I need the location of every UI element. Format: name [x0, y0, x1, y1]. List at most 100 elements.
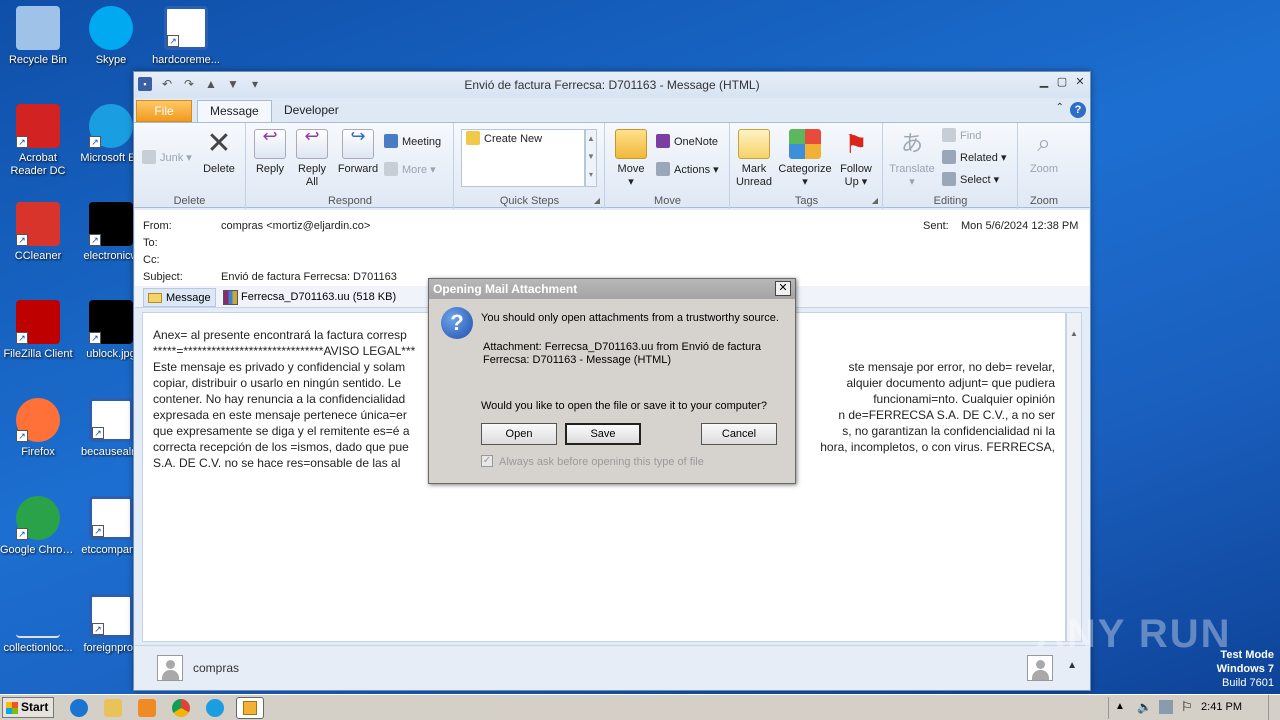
desktop-icon[interactable]: ↗ FileZilla Client — [0, 300, 76, 361]
calendar-icon — [384, 134, 398, 148]
quick-steps-group-label: Quick Steps — [499, 195, 560, 207]
maximize-button[interactable]: ▢ — [1056, 76, 1068, 88]
body-scrollbar[interactable]: ▲ — [1066, 312, 1082, 642]
collapse-ribbon-icon[interactable]: ⌃ — [1056, 102, 1064, 118]
sender-avatar — [157, 655, 183, 681]
filezilla-icon: ↗ — [16, 300, 60, 344]
zoom-button[interactable]: ⌕ Zoom — [1023, 129, 1065, 176]
cursor-icon — [942, 172, 956, 186]
desktop-icon-label: FileZilla Client — [3, 348, 73, 360]
delete-button[interactable]: ✕ Delete — [198, 129, 240, 176]
always-ask-label: Always ask before opening this type of f… — [499, 456, 704, 468]
quick-steps-scroll[interactable]: ▲ ▼ ▾ — [585, 129, 597, 187]
translate-icon: あ — [900, 131, 923, 156]
dialog-close-button[interactable]: ✕ — [775, 281, 791, 296]
desktop-icon-label: Recycle Bin — [8, 54, 68, 66]
quick-steps-gallery[interactable]: Create New — [461, 129, 585, 187]
tags-group-label: Tags — [794, 195, 819, 207]
help-icon[interactable]: ? — [1070, 102, 1086, 118]
shortcut-arrow-icon: ↗ — [89, 332, 101, 344]
follow-up-button[interactable]: ⚑ Follow Up ▾ — [835, 129, 877, 189]
desktop-icon[interactable]: Skype — [73, 6, 149, 67]
open-button[interactable]: Open — [481, 423, 557, 445]
clock[interactable]: 2:41 PM — [1201, 701, 1242, 713]
binoculars-icon — [942, 128, 956, 142]
desktop-icon[interactable]: ↗ CCleaner — [0, 202, 76, 263]
dialog-attachment-line1: Attachment: Ferrecsa_D701163.uu from Env… — [483, 341, 761, 353]
reply-button[interactable]: ↩ Reply — [249, 127, 291, 176]
forward-button[interactable]: ↪ Forward — [335, 127, 381, 176]
desktop-icon[interactable]: collectionloc... — [0, 594, 76, 655]
network-icon[interactable] — [1159, 700, 1173, 714]
reply-all-button[interactable]: ↩ Reply All — [291, 127, 333, 189]
delete-group: Junk ▾ ✕ Delete Delete — [134, 123, 246, 209]
dialog-attachment-line2: Ferrecsa: D701163 - Message (HTML) — [483, 354, 672, 366]
shortcut-arrow-icon: ↗ — [167, 35, 179, 47]
meeting-button[interactable]: Meeting — [384, 133, 441, 151]
volume-icon[interactable]: 🔈 — [1137, 700, 1152, 714]
actions-button[interactable]: Actions ▾ — [656, 161, 719, 179]
from-value[interactable]: compras <mortiz@eljardin.co> — [221, 220, 370, 232]
desktop-icon-label: CCleaner — [14, 250, 62, 262]
chrome-icon[interactable] — [172, 699, 190, 717]
outlook-taskbar-button[interactable] — [236, 697, 264, 719]
scroll-up-arrow-icon[interactable]: ▲ — [1067, 329, 1081, 343]
window-title: Envió de factura Ferrecsa: D701163 - Mes… — [464, 78, 760, 92]
media-player-icon[interactable] — [138, 699, 156, 717]
tab-message[interactable]: Message — [197, 100, 272, 122]
internet-explorer-icon[interactable] — [70, 699, 88, 717]
junk-button[interactable]: Junk ▾ — [142, 149, 192, 167]
editing-group: あ Translate ▾ Find Related ▾ Select ▾ Edi… — [884, 123, 1018, 209]
black-file-icon: ↗ — [89, 202, 133, 246]
edge-icon[interactable] — [206, 699, 224, 717]
delete-group-label: Delete — [173, 195, 206, 207]
onenote-button[interactable]: OneNote — [656, 133, 718, 151]
actions-icon — [656, 162, 670, 176]
always-ask-checkbox[interactable]: ✓ — [481, 455, 493, 467]
message-attachment-tab[interactable]: Message — [143, 288, 216, 307]
save-button[interactable]: Save — [565, 423, 641, 445]
desktop-icon[interactable]: ↗ hardcoreme... — [148, 6, 224, 67]
file-explorer-icon[interactable] — [104, 699, 122, 717]
tags-group: Mark Unread Categorize ▾ ⚑ Follow Up ▾ T… — [731, 123, 883, 209]
select-button[interactable]: Select ▾ — [942, 171, 999, 189]
people-pane: compras ▲ — [135, 645, 1089, 689]
attachment-file[interactable]: Ferrecsa_D701163.uu (518 KB) — [223, 289, 400, 307]
create-new-quick-step[interactable]: Create New — [466, 130, 542, 148]
envelope-icon — [148, 293, 162, 303]
shortcut-arrow-icon: ↗ — [92, 427, 104, 439]
desktop-icon[interactable]: ↗ Acrobat Reader DC — [0, 104, 76, 178]
show-desktop-button[interactable] — [1268, 695, 1280, 720]
tray-expand-icon[interactable]: ▲ — [1115, 701, 1125, 712]
desktop-icon[interactable]: Recycle Bin — [0, 6, 76, 67]
find-button[interactable]: Find — [942, 127, 981, 145]
move-button[interactable]: Move ▾ — [610, 129, 652, 189]
minimize-button[interactable]: ▁ — [1038, 76, 1050, 88]
edge-icon: ↗ — [89, 104, 133, 148]
desktop-icon-label: Google Chrome — [0, 544, 76, 556]
dialog-launcher-icon[interactable]: ◢ — [594, 196, 600, 205]
more-button[interactable]: More ▾ — [384, 161, 436, 179]
expand-people-pane-icon[interactable]: ▲ — [1067, 660, 1077, 671]
related-button[interactable]: Related ▾ — [942, 149, 1007, 167]
tab-file[interactable]: File — [136, 100, 192, 122]
people-pane-name[interactable]: compras — [193, 661, 239, 675]
to-label: To: — [143, 237, 158, 249]
start-button[interactable]: Start — [2, 697, 54, 718]
flag-icon[interactable]: ⚐ — [1181, 699, 1193, 715]
close-button[interactable]: ✕ — [1074, 76, 1086, 88]
move-group: Move ▾ OneNote Actions ▾ Move — [606, 123, 730, 209]
ccleaner-icon: ↗ — [16, 202, 60, 246]
delete-x-icon: ✕ — [206, 127, 232, 160]
tab-developer[interactable]: Developer — [272, 100, 351, 122]
dialog-launcher-icon[interactable]: ◢ — [872, 196, 878, 205]
desktop-icon[interactable]: ↗ Google Chrome — [0, 496, 76, 557]
shortcut-arrow-icon: ↗ — [16, 136, 28, 148]
categorize-button[interactable]: Categorize ▾ — [777, 129, 833, 189]
shortcut-arrow-icon: ↗ — [16, 332, 28, 344]
word-document-icon: ↗ — [89, 398, 133, 442]
translate-button[interactable]: あ Translate ▾ — [888, 129, 936, 189]
desktop-icon[interactable]: ↗ Firefox — [0, 398, 76, 459]
cancel-button[interactable]: Cancel — [701, 423, 777, 445]
mark-unread-button[interactable]: Mark Unread — [733, 129, 775, 189]
